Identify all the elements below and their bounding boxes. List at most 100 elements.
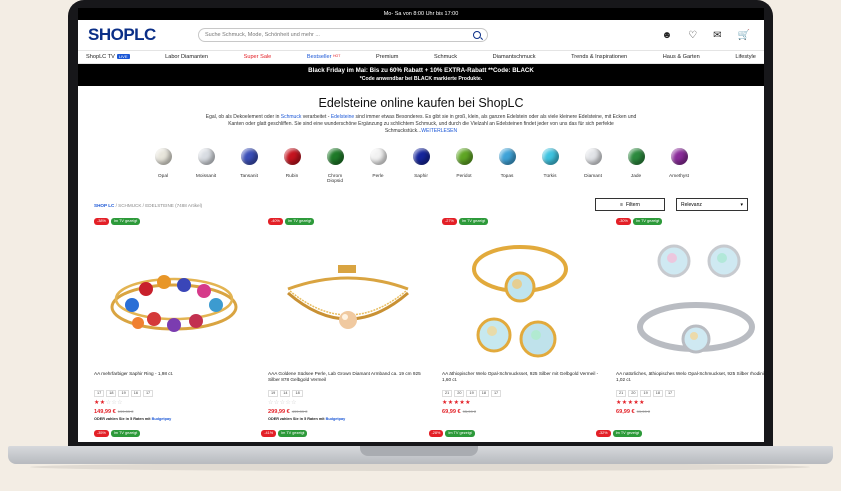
product-card[interactable]: -28% Im TV gezeigt xyxy=(428,430,581,437)
nav-item-lifestyle[interactable]: Lifestyle xyxy=(735,54,756,60)
size-option[interactable]: 17 xyxy=(664,390,676,397)
product-name[interactable]: AA mehrfarbiger Saphir Ring - 1,98 ct. xyxy=(94,371,253,384)
nav-item-trends[interactable]: Trends & Inspirationen xyxy=(571,54,627,60)
size-option[interactable]: 19 xyxy=(466,390,477,397)
gem-label: Moissanit xyxy=(195,174,217,180)
discount-badge: -30% xyxy=(616,218,631,225)
size-option[interactable]: 21 xyxy=(616,390,627,397)
product-name[interactable]: AA äthiopischer Welo Opal-Schmucksset, 9… xyxy=(442,371,601,384)
gem-filter-türkis[interactable]: Türkis xyxy=(535,148,566,184)
product-image[interactable] xyxy=(442,227,601,365)
badge-row: -27% Im TV gezeigt xyxy=(442,218,601,225)
schmuck-link[interactable]: Schmuck xyxy=(281,114,302,120)
chat-icon[interactable]: ✉ xyxy=(713,30,721,41)
size-option[interactable]: 21 xyxy=(442,390,453,397)
size-option[interactable]: 20 xyxy=(628,390,639,397)
read-more-link[interactable]: WEITERLESEN xyxy=(421,128,457,134)
budgetpay-note: ODER zahlen Sie in 5 Raten mit Budgetpay xyxy=(268,417,346,421)
product-card[interactable]: -32% Im TV gezeigt xyxy=(595,430,748,437)
gem-filter-perle[interactable]: Perle xyxy=(363,148,394,184)
size-option[interactable]: 14 xyxy=(280,390,291,397)
nav-item-premium[interactable]: Premium xyxy=(376,54,398,60)
search-icon[interactable] xyxy=(473,31,481,39)
product-name[interactable]: AAA Goldene Südsee Perle, Lab Grown Diam… xyxy=(268,371,427,384)
budgetpay-link[interactable]: Budgetpay xyxy=(326,417,346,421)
budgetpay-link[interactable]: Budgetpay xyxy=(152,417,172,421)
tv-badge: Im TV gezeigt xyxy=(110,430,141,437)
gem-filter-moissanit[interactable]: Moissanit xyxy=(191,148,222,184)
size-option[interactable]: 18 xyxy=(652,390,663,397)
badge-row: -41% Im TV gezeigt xyxy=(261,430,413,437)
opening-hours-text: Mo- Sa von 8:00 Uhr bis 17:00 xyxy=(383,11,459,17)
nav-item-schmuck[interactable]: Schmuck xyxy=(434,54,457,60)
wishlist-icon[interactable]: ♡ xyxy=(688,30,697,41)
size-option[interactable]: 17 xyxy=(490,390,502,397)
product-image[interactable] xyxy=(268,227,427,365)
old-price: 499,99 € xyxy=(291,409,308,414)
size-option[interactable]: 19 xyxy=(640,390,651,397)
gem-label: Tansanit xyxy=(240,174,258,180)
cart-icon[interactable]: 🛒 xyxy=(738,30,750,41)
gem-filter-saphir[interactable]: Saphir xyxy=(406,148,437,184)
nav-item-super-sale[interactable]: Super Sale xyxy=(244,54,272,60)
nav-item-haus-garten[interactable]: Haus & Garten xyxy=(663,54,700,60)
rating-stars: ★★☆☆☆ xyxy=(94,400,253,407)
star-empty-icon: ☆ xyxy=(291,400,297,406)
product-image[interactable] xyxy=(616,227,764,365)
gem-filter-diamant[interactable]: Diamant xyxy=(578,148,609,184)
budgetpay-note: ODER zahlen Sie in 5 Raten mit Budgetpay xyxy=(94,417,172,421)
sort-select[interactable]: Relevanz ▾ xyxy=(676,198,748,212)
filter-button[interactable]: ≡ Filtern xyxy=(595,198,665,212)
gem-stone-icon xyxy=(455,148,473,166)
gem-filter-peridot[interactable]: Peridot xyxy=(449,148,480,184)
size-option[interactable]: 18 xyxy=(478,390,489,397)
product-image[interactable] xyxy=(94,227,253,365)
size-option[interactable]: 18 xyxy=(106,390,117,397)
breadcrumb-home[interactable]: SHOP LC xyxy=(94,203,114,208)
product-card[interactable]: -27% Im TV gezeigt AA äthiopischer Welo Op… xyxy=(442,218,601,421)
gem-filter-rubin[interactable]: Rubin xyxy=(277,148,308,184)
size-option[interactable]: 17 xyxy=(94,390,105,397)
size-option[interactable]: 19 xyxy=(268,390,279,397)
gem-filter-jade[interactable]: Jade xyxy=(621,148,652,184)
size-option[interactable]: 17 xyxy=(142,390,154,397)
old-price: 99,99 € xyxy=(636,409,651,414)
gem-label: Chrom Diopsid xyxy=(327,174,343,185)
product-card[interactable]: -38% Im TV gezeigt AA mehrfarbiger Saphir … xyxy=(94,218,253,421)
gem-filter-chrom-diopsid[interactable]: Chrom Diopsid xyxy=(320,148,351,184)
product-card[interactable]: -35% Im TV gezeigt xyxy=(94,430,246,437)
size-list: 21 20 19 18 17 xyxy=(616,390,764,397)
gem-filter-amethyst[interactable]: Amethyst xyxy=(664,148,695,184)
page-title: Edelsteine online kaufen bei ShopLC xyxy=(318,96,524,110)
size-option[interactable]: 19 xyxy=(118,390,129,397)
tv-badge: Im TV gezeigt xyxy=(458,218,489,225)
gem-stone-icon xyxy=(240,148,258,166)
size-option[interactable]: 20 xyxy=(454,390,465,397)
gemstone-filter-row: Opal Moissanit Tansanit Rubin Chrom Diopsid P… xyxy=(78,148,764,184)
hot-badge: HOT xyxy=(333,54,341,58)
size-option[interactable]: 18 xyxy=(292,390,303,397)
user-icon[interactable]: ☻ xyxy=(662,30,673,41)
gem-filter-tansanit[interactable]: Tansanit xyxy=(234,148,265,184)
gem-stone-icon xyxy=(498,148,516,166)
shoplc-logo[interactable]: SHOPLC xyxy=(88,25,198,45)
gem-filter-opal[interactable]: Opal xyxy=(148,148,179,184)
product-name[interactable]: AA natürliches, äthiopisches Welo Opal-S… xyxy=(616,371,764,384)
product-card[interactable]: -30% Im TV gezeigt AA natürliches, äthiopi… xyxy=(616,218,764,421)
gem-label: Perle xyxy=(372,174,384,180)
edelsteine-link[interactable]: Edelsteine xyxy=(331,114,354,120)
nav-item-shoplc-tv[interactable]: ShopLC TV LIVE xyxy=(86,54,130,60)
nav-item-bestseller[interactable]: Bestseller HOT xyxy=(307,54,341,60)
gem-label: Amethyst xyxy=(669,174,689,180)
nav-item-labor-diamanten[interactable]: Labor Diamanten xyxy=(165,54,208,60)
search-input[interactable]: Suche Schmuck, Mode, Schönheit und mehr … xyxy=(198,28,488,42)
price: 299,99 €499,99 € xyxy=(268,409,308,415)
nav-item-diamantschmuck[interactable]: Diamantschmuck xyxy=(493,54,536,60)
size-option[interactable]: 16 xyxy=(130,390,141,397)
gem-filter-topas[interactable]: Topas xyxy=(492,148,523,184)
product-card[interactable]: -41% Im TV gezeigt xyxy=(261,430,413,437)
gem-stone-icon xyxy=(326,148,344,166)
star-filled-icon: ★ xyxy=(639,400,645,406)
product-card[interactable]: -40% Im TV gezeigt AAA Goldene Südsee Perl… xyxy=(268,218,427,421)
promo-banner[interactable]: Black Friday im Mai: Bis zu 60% Rabatt +… xyxy=(78,64,764,86)
